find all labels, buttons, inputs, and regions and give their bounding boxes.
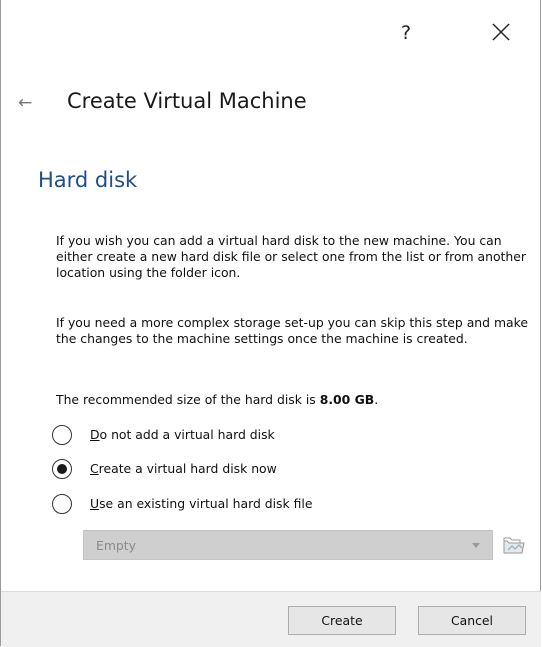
dialog-footer: Create Cancel <box>1 591 541 647</box>
create-vm-dialog: ? ← Create Virtual Machine Hard disk If … <box>0 0 541 647</box>
radio-create-disk[interactable] <box>52 459 72 479</box>
help-button[interactable]: ? <box>401 22 411 44</box>
recommended-suffix: . <box>374 392 379 407</box>
option-create-disk-mnemonic: C <box>90 461 99 476</box>
recommended-size-value: 8.00 GB <box>319 392 375 407</box>
storage-note-paragraph: If you need a more complex storage set-u… <box>56 315 528 346</box>
option-create-disk-label: Create a virtual hard disk now <box>90 461 277 476</box>
chevron-down-icon <box>472 543 480 548</box>
recommended-size-text: The recommended size of the hard disk is… <box>56 392 531 408</box>
cancel-button[interactable]: Cancel <box>418 606 526 635</box>
recommended-prefix: The recommended size of the hard disk is <box>56 392 320 407</box>
radio-selected-dot <box>57 464 67 474</box>
create-button[interactable]: Create <box>288 606 396 635</box>
back-arrow-icon[interactable]: ← <box>18 93 32 113</box>
page-heading: Hard disk <box>38 168 138 192</box>
option-create-disk-text: reate a virtual hard disk now <box>98 461 277 476</box>
title-bar: ? <box>1 0 541 68</box>
close-button[interactable] <box>487 18 515 46</box>
wizard-title: Create Virtual Machine <box>67 89 307 113</box>
existing-disk-select-value: Empty <box>96 538 136 553</box>
radio-no-disk[interactable] <box>52 425 72 445</box>
option-no-disk-text: o not add a virtual hard disk <box>99 427 275 442</box>
option-no-disk-mnemonic: D <box>90 427 100 442</box>
close-icon <box>492 23 510 41</box>
choose-disk-file-button[interactable] <box>501 532 527 558</box>
option-no-disk-label: Do not add a virtual hard disk <box>90 427 275 442</box>
option-existing-disk-mnemonic: U <box>90 496 100 511</box>
folder-icon <box>503 537 525 554</box>
option-existing-disk-label: Use an existing virtual hard disk file <box>90 496 313 511</box>
existing-disk-select[interactable]: Empty <box>83 530 493 560</box>
radio-existing-disk[interactable] <box>52 494 72 514</box>
option-existing-disk-text: se an existing virtual hard disk file <box>99 496 313 511</box>
intro-paragraph: If you wish you can add a virtual hard d… <box>56 233 526 280</box>
